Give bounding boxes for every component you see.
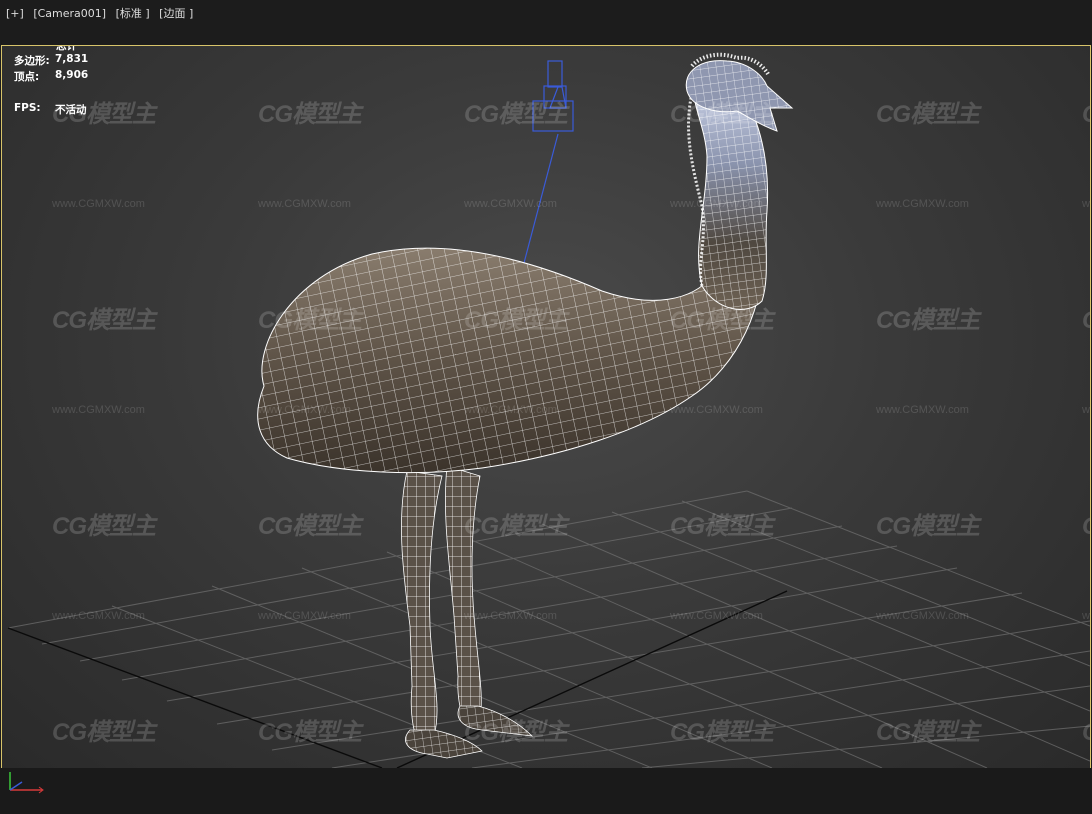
stats-vertices-label: 顶点:: [14, 71, 40, 83]
bottom-bar: [0, 768, 1092, 814]
camera-viewport[interactable]: 总计 多边形: 7,831 顶点: 8,906 FPS: 不活动 CG模型主 CG…: [1, 45, 1091, 769]
emu-body: [257, 245, 764, 474]
watermark-logo: CG模型主: [258, 101, 362, 128]
watermark-url: www.CGMXW.com: [464, 404, 557, 416]
watermark-logo: CG模型主: [258, 307, 362, 334]
watermark-logo: CG模型主: [876, 719, 980, 746]
viewport-menu-plus[interactable]: [+]: [6, 7, 24, 20]
watermark-logo: CG模型主: [1082, 506, 1090, 541]
watermark-logo: CG模型主: [464, 307, 568, 334]
watermark-logo: CG模型主: [670, 101, 774, 128]
watermark-url: www.CGMXW.com: [876, 198, 969, 210]
watermark-logo: CG模型主: [52, 719, 156, 746]
watermark-logo: CG模型主: [258, 719, 362, 746]
watermark-logo: CG模型主: [670, 719, 774, 746]
watermark-url: www.CGMXW.com: [52, 610, 145, 622]
watermark-url: www.CGMXW.com: [876, 404, 969, 416]
watermark-logo: CG模型主: [1082, 94, 1090, 129]
watermark-url: www.CGMXW.com: [670, 610, 763, 622]
watermark-url: www.CGMXW.com: [1082, 610, 1090, 622]
watermark-logo: CG模型主: [464, 101, 568, 128]
watermark-logo: CG模型主: [52, 101, 156, 128]
watermark-url: www.CGMXW.com: [52, 404, 145, 416]
watermark-logo: CG模型主: [1082, 712, 1090, 747]
watermark-logo: CG模型主: [876, 513, 980, 540]
watermark-url: www.CGMXW.com: [1082, 404, 1090, 416]
watermark-logo: CG模型主: [52, 307, 156, 334]
watermark-logo: CG模型主: [52, 513, 156, 540]
watermark-logo: CG模型主: [670, 513, 774, 540]
watermark-url: www.CGMXW.com: [670, 198, 763, 210]
watermark-logo: CG模型主: [1082, 300, 1090, 335]
stats-polygons-value: 7,831: [55, 53, 89, 65]
stats-polygons-label: 多边形:: [14, 55, 50, 67]
watermark-url: www.CGMXW.com: [464, 610, 557, 622]
viewport-label-bar: [+] [Camera001] [标准 ] [边面 ]: [0, 0, 1092, 28]
watermark-url: www.CGMXW.com: [258, 198, 351, 210]
viewport-shading-menu[interactable]: [标准 ]: [116, 7, 150, 20]
stats-header: 总计: [56, 45, 77, 52]
stats-vertices-value: 8,906: [55, 69, 89, 81]
viewport-camera-menu[interactable]: [Camera001]: [33, 7, 106, 20]
watermark-url: www.CGMXW.com: [876, 610, 969, 622]
watermark-logo: CG模型主: [876, 307, 980, 334]
watermark-logo: CG模型主: [258, 513, 362, 540]
viewport-display-mode-menu[interactable]: [边面 ]: [159, 7, 193, 20]
watermark-logo: CG模型主: [670, 307, 774, 334]
watermark-logo: CG模型主: [464, 719, 568, 746]
watermark-logo: CG模型主: [876, 101, 980, 128]
watermark-url: www.CGMXW.com: [258, 610, 351, 622]
axis-tripod-icon: [9, 772, 44, 794]
watermark-url: www.CGMXW.com: [258, 404, 351, 416]
stats-fps-label: FPS:: [14, 102, 41, 114]
watermark-logo: CG模型主: [464, 513, 568, 540]
watermark-url: www.CGMXW.com: [464, 198, 557, 210]
watermark-url: www.CGMXW.com: [52, 198, 145, 210]
watermark-url: www.CGMXW.com: [1082, 198, 1090, 210]
watermark-url: www.CGMXW.com: [670, 404, 763, 416]
